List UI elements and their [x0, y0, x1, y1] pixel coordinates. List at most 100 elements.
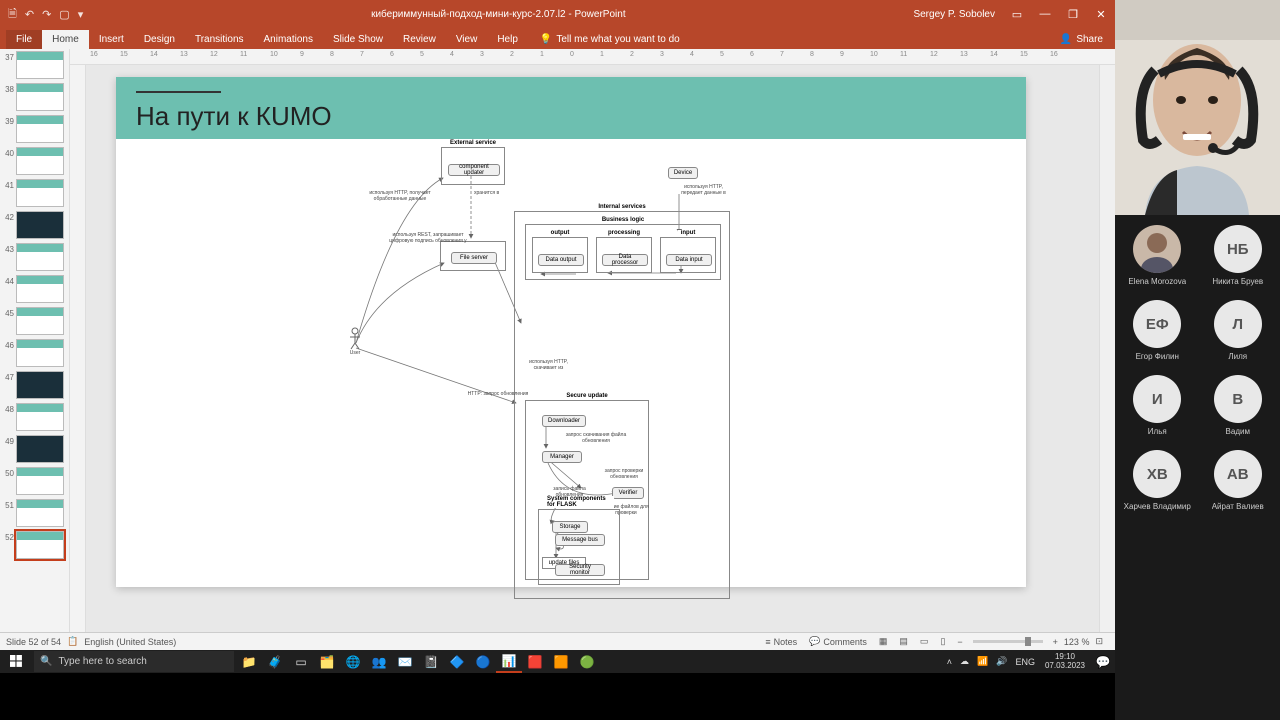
node-file-server[interactable]: File server — [451, 252, 497, 264]
slide-thumb-43[interactable]: 43 — [2, 243, 67, 271]
slide-thumb-50[interactable]: 50 — [2, 467, 67, 495]
slide-thumbnails-panel[interactable]: 37 38 39 40 41 42 43 44 45 46 — [0, 49, 70, 632]
slide-title[interactable]: На пути к КUMO — [136, 101, 332, 132]
node-message-bus[interactable]: Message bus — [555, 534, 605, 546]
autosave-icon[interactable]: 🗎 — [8, 5, 17, 24]
node-security-monitor[interactable]: Security monitor — [555, 564, 605, 576]
participant-tile[interactable]: Elena Morozova — [1121, 225, 1194, 286]
zoom-in-icon[interactable]: + — [1047, 637, 1064, 647]
tab-review[interactable]: Review — [393, 30, 446, 49]
tray-clock[interactable]: 19:10 07.03.2023 — [1039, 653, 1091, 670]
tab-transitions[interactable]: Transitions — [185, 30, 254, 49]
tray-cloud-icon[interactable]: ☁ — [956, 656, 973, 667]
tab-home[interactable]: Home — [42, 30, 89, 49]
comments-button[interactable]: 💬 Comments — [803, 636, 873, 647]
notes-button[interactable]: ≡ Notes — [759, 637, 803, 647]
fit-to-window-icon[interactable]: ⊡ — [1089, 636, 1109, 647]
slide-canvas-area[interactable]: На пути к КUMO — [86, 65, 1099, 632]
tray-language[interactable]: ENG — [1011, 657, 1039, 667]
node-data-input[interactable]: Data input — [666, 254, 712, 266]
app-store-icon[interactable]: 🧳 — [262, 650, 288, 673]
tab-view[interactable]: View — [446, 30, 488, 49]
slide-thumb-41[interactable]: 41 — [2, 179, 67, 207]
architecture-diagram[interactable]: External service component updater испол… — [116, 143, 1026, 587]
slide-thumb-39[interactable]: 39 — [2, 115, 67, 143]
node-downloader[interactable]: Downloader — [542, 415, 586, 427]
view-sorter-icon[interactable]: ▤ — [893, 636, 914, 647]
slide-thumb-46[interactable]: 46 — [2, 339, 67, 367]
undo-icon[interactable]: ↶ — [25, 8, 34, 21]
main-speaker-video[interactable] — [1115, 0, 1280, 215]
slide-thumb-47[interactable]: 47 — [2, 371, 67, 399]
app-misc3-icon[interactable]: 🟢 — [574, 650, 600, 673]
tab-file[interactable]: File — [6, 30, 42, 49]
tell-me-search[interactable]: 💡Tell me what you want to do — [540, 34, 680, 49]
zoom-slider[interactable] — [973, 640, 1043, 643]
app-misc1-icon[interactable]: 🟥 — [522, 650, 548, 673]
account-name[interactable]: Sergey P. Sobolev — [905, 9, 1003, 20]
app-teams-icon[interactable]: 👥 — [366, 650, 392, 673]
node-device[interactable]: Device — [668, 167, 698, 179]
tray-volume-icon[interactable]: 🔊 — [992, 656, 1011, 667]
app-edge-icon[interactable]: 🌐 — [340, 650, 366, 673]
participant-tile[interactable]: Л Лиля — [1202, 300, 1275, 361]
slide-thumb-37[interactable]: 37 — [2, 51, 67, 79]
tab-design[interactable]: Design — [134, 30, 185, 49]
maximize-icon[interactable]: ❐ — [1059, 8, 1087, 21]
tab-slideshow[interactable]: Slide Show — [323, 30, 393, 49]
app-files-icon[interactable]: 🗂️ — [314, 650, 340, 673]
slide-thumb-48[interactable]: 48 — [2, 403, 67, 431]
participant-tile[interactable]: АВ Айрат Валиев — [1202, 450, 1275, 511]
tray-notifications-icon[interactable]: 💬 — [1091, 655, 1115, 669]
slide-thumb-49[interactable]: 49 — [2, 435, 67, 463]
share-button[interactable]: 👤Share — [1048, 34, 1115, 49]
start-button[interactable] — [0, 650, 32, 673]
node-data-output[interactable]: Data output — [538, 254, 584, 266]
tab-animations[interactable]: Animations — [254, 30, 323, 49]
slide-thumb-42[interactable]: 42 — [2, 211, 67, 239]
app-powerpoint-icon[interactable]: 📊 — [496, 650, 522, 673]
node-verifier[interactable]: Verifier — [612, 487, 644, 499]
participant-tile[interactable]: ХВ Харчев Владимир — [1121, 450, 1194, 511]
accessibility-icon[interactable]: 📋 — [61, 636, 84, 647]
zoom-out-icon[interactable]: − — [951, 637, 968, 647]
vertical-scrollbar[interactable] — [1099, 65, 1115, 632]
status-language[interactable]: English (United States) — [84, 637, 176, 647]
minimize-icon[interactable]: — — [1031, 8, 1059, 20]
app-outlook-icon[interactable]: ✉️ — [392, 650, 418, 673]
current-slide[interactable]: На пути к КUMO — [116, 77, 1026, 587]
slide-thumb-44[interactable]: 44 — [2, 275, 67, 303]
slide-thumb-40[interactable]: 40 — [2, 147, 67, 175]
participant-tile[interactable]: ЕФ Егор Филин — [1121, 300, 1194, 361]
participant-tile[interactable]: И Илья — [1121, 375, 1194, 436]
node-component-updater[interactable]: component updater — [448, 164, 500, 176]
redo-icon[interactable]: ↷ — [42, 8, 51, 21]
app-chrome-icon[interactable]: 🔵 — [470, 650, 496, 673]
view-normal-icon[interactable]: ▦ — [873, 636, 894, 647]
slideshow-icon[interactable]: ▢ — [59, 8, 69, 21]
participant-tile[interactable]: В Вадим — [1202, 375, 1275, 436]
app-explorer-icon[interactable]: 📁 — [236, 650, 262, 673]
qat-more-icon[interactable]: ▾ — [78, 8, 84, 21]
tab-help[interactable]: Help — [487, 30, 528, 49]
status-slide-number[interactable]: Slide 52 of 54 — [6, 637, 61, 647]
slide-thumb-52[interactable]: 52 — [2, 531, 67, 559]
view-reading-icon[interactable]: ▭ — [914, 636, 935, 647]
node-manager[interactable]: Manager — [542, 451, 582, 463]
slide-thumb-38[interactable]: 38 — [2, 83, 67, 111]
ribbon-options-icon[interactable]: ▭ — [1003, 8, 1031, 21]
tray-wifi-icon[interactable]: 📶 — [973, 656, 992, 667]
app-onenote-icon[interactable]: 📓 — [418, 650, 444, 673]
slide-thumb-45[interactable]: 45 — [2, 307, 67, 335]
taskbar-search[interactable]: 🔍 Type here to search — [34, 651, 234, 672]
slide-thumb-51[interactable]: 51 — [2, 499, 67, 527]
tab-insert[interactable]: Insert — [89, 30, 134, 49]
node-data-processor[interactable]: Data processor — [602, 254, 648, 266]
participant-tile[interactable]: НБ Никита Бруев — [1202, 225, 1275, 286]
app-taskview-icon[interactable]: ▭ — [288, 650, 314, 673]
app-vscode-icon[interactable]: 🔷 — [444, 650, 470, 673]
tray-chevron-icon[interactable]: ˄ — [943, 657, 956, 667]
zoom-level[interactable]: 123 % — [1064, 637, 1090, 647]
close-icon[interactable]: ✕ — [1087, 8, 1115, 21]
view-slideshow-icon[interactable]: ▯ — [934, 636, 951, 647]
